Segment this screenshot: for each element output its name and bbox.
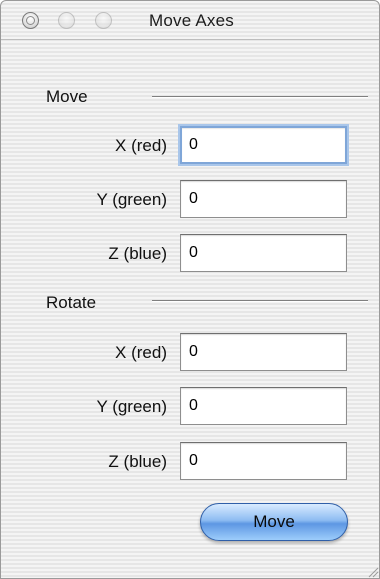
move-y-input[interactable]	[180, 180, 347, 218]
move-section-label: Move	[46, 87, 88, 106]
move-y-label: Y (green)	[96, 190, 167, 209]
rotate-z-label: Z (blue)	[108, 452, 167, 471]
move-z-label: Z (blue)	[108, 244, 167, 263]
rotate-y-label: Y (green)	[96, 397, 167, 416]
rotate-z-input[interactable]	[180, 442, 347, 480]
title-bar[interactable]: Move Axes	[1, 1, 379, 40]
move-x-label: X (red)	[115, 136, 167, 155]
move-axes-window: Move Axes Move X (red) Y (green) Z (blue…	[0, 0, 380, 579]
zoom-window-icon[interactable]	[95, 12, 112, 29]
resize-grip-icon[interactable]	[365, 564, 379, 578]
rotate-y-input[interactable]	[180, 387, 347, 425]
rotate-section-label: Rotate	[46, 293, 97, 312]
move-z-input[interactable]	[180, 234, 347, 272]
move-x-input[interactable]	[180, 126, 347, 164]
rotate-section-divider	[152, 300, 368, 302]
close-window-icon[interactable]	[22, 12, 39, 29]
rotate-x-input[interactable]	[180, 333, 347, 371]
move-section-divider	[152, 96, 368, 98]
move-button[interactable]: Move	[200, 503, 348, 541]
window-title: Move Axes	[149, 11, 234, 30]
rotate-x-label: X (red)	[115, 343, 167, 362]
minimize-window-icon[interactable]	[58, 12, 75, 29]
